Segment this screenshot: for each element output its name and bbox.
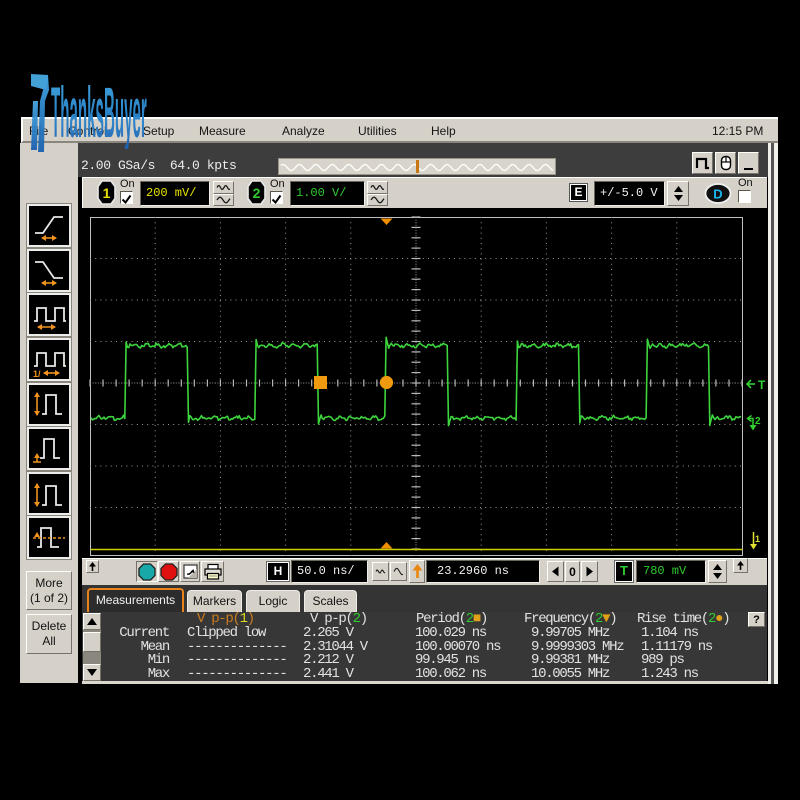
svg-text:2: 2	[755, 416, 761, 427]
svg-text:T: T	[758, 378, 766, 392]
svg-text:D: D	[713, 187, 722, 202]
svg-text:2: 2	[253, 185, 261, 201]
svg-text:1/: 1/	[33, 369, 41, 379]
svg-text:1: 1	[103, 185, 111, 201]
svg-text:1: 1	[755, 534, 760, 544]
